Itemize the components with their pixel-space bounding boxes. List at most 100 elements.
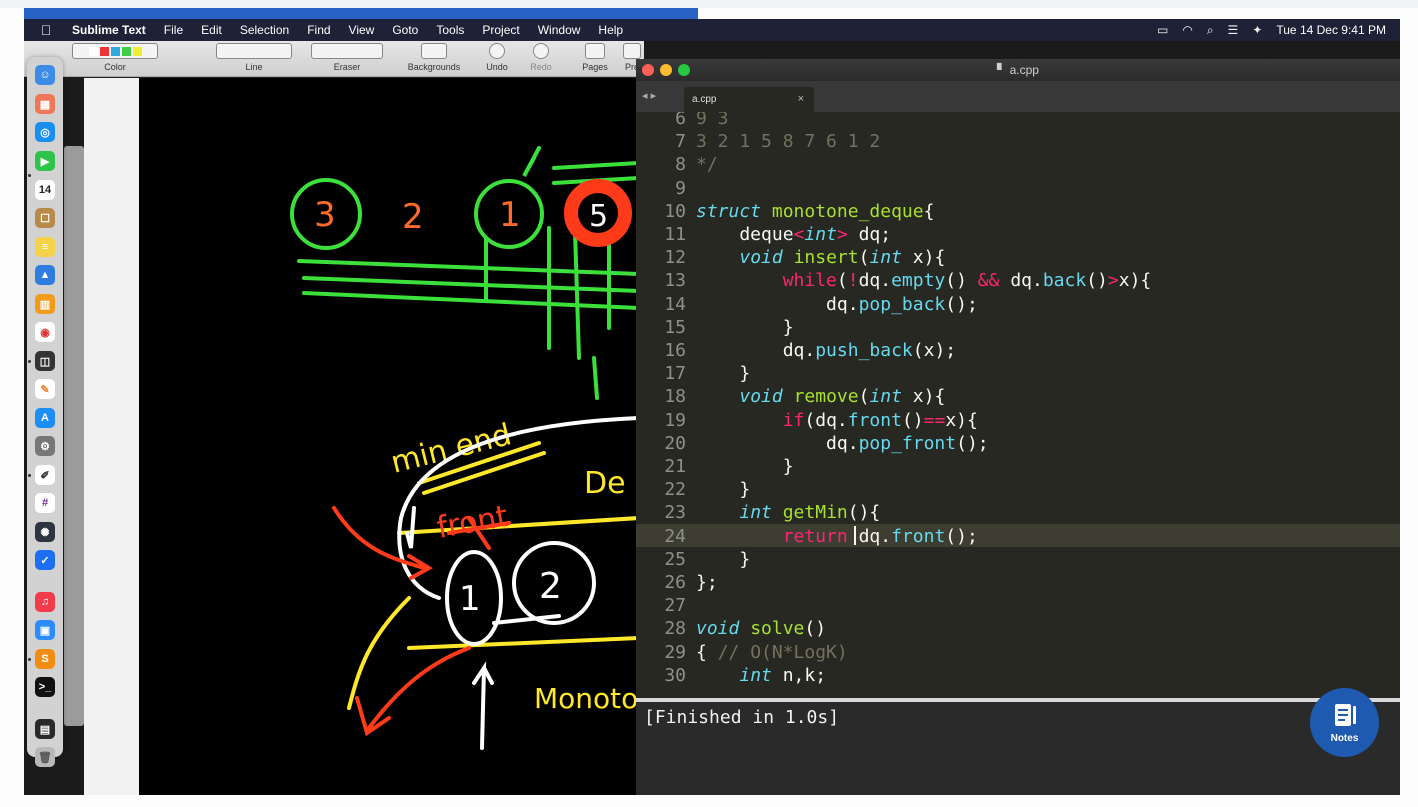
terminal-icon[interactable]: >_: [35, 677, 55, 697]
swatch-red[interactable]: [99, 47, 109, 56]
line-number: 20: [664, 432, 686, 454]
trash-icon[interactable]: 🗑: [35, 747, 55, 767]
line-number: 12: [664, 247, 686, 269]
redo-icon[interactable]: [533, 43, 549, 59]
label-3: 3: [314, 195, 336, 235]
safari-icon[interactable]: ◎: [35, 122, 55, 142]
swatch-blue[interactable]: [110, 47, 120, 56]
slack-icon[interactable]: #: [35, 493, 55, 513]
menu-app-name[interactable]: Sublime Text: [68, 23, 155, 37]
code-line[interactable]: return dq.front();: [696, 526, 978, 547]
code-line[interactable]: int n,k;: [696, 665, 826, 686]
pencil-app-icon[interactable]: ✎: [35, 379, 55, 399]
color-swatches[interactable]: [72, 43, 158, 59]
menu-tools[interactable]: Tools: [427, 23, 473, 37]
menu-goto[interactable]: Goto: [383, 23, 427, 37]
screenshot-icon[interactable]: ◫: [35, 351, 55, 371]
code-line[interactable]: 9 3: [696, 112, 729, 129]
menu-selection[interactable]: Selection: [231, 23, 298, 37]
launchpad-icon[interactable]: ▦: [35, 94, 55, 114]
notes-button[interactable]: Notes: [1310, 688, 1379, 757]
toolbar-redo[interactable]: Redo: [526, 43, 556, 72]
menu-file[interactable]: File: [155, 23, 192, 37]
code-line[interactable]: }: [696, 317, 794, 338]
siri-icon[interactable]: ✦: [1252, 23, 1262, 37]
eraser-icon[interactable]: [311, 43, 383, 59]
code-line[interactable]: }: [696, 479, 750, 500]
facetime-icon[interactable]: ▶: [35, 151, 55, 171]
code-line[interactable]: }: [696, 549, 750, 570]
code-line[interactable]: if(dq.front()==x){: [696, 410, 978, 431]
code-line[interactable]: void remove(int x){: [696, 386, 945, 407]
swatch-white[interactable]: [88, 47, 98, 56]
code-line[interactable]: dq.pop_front();: [696, 433, 989, 454]
code-line[interactable]: struct monotone_deque{: [696, 201, 934, 222]
toolbar-color-group[interactable]: Color: [70, 43, 160, 72]
toolbar-eraser-group[interactable]: Eraser: [309, 43, 385, 72]
undo-icon[interactable]: [489, 43, 505, 59]
toolbar-backgrounds[interactable]: Backgrounds: [404, 43, 464, 72]
menu-clock[interactable]: Tue 14 Dec 9:41 PM: [1276, 23, 1386, 37]
app-store-icon[interactable]: A: [35, 408, 55, 428]
chrome-icon[interactable]: ◉: [35, 322, 55, 342]
code-line[interactable]: };: [696, 572, 718, 593]
code-line[interactable]: }: [696, 363, 750, 384]
compass-icon[interactable]: ✺: [35, 522, 55, 542]
swatch-green[interactable]: [121, 47, 131, 56]
code-line[interactable]: deque<int> dq;: [696, 224, 891, 245]
pages-icon[interactable]: [585, 43, 605, 59]
sublime-titlebar: ▘ a.cpp: [636, 59, 1400, 81]
menu-edit[interactable]: Edit: [192, 23, 231, 37]
code-line[interactable]: }: [696, 456, 794, 477]
code-line[interactable]: { // O(N*LogK): [696, 642, 848, 663]
line-number: 28: [664, 618, 686, 640]
tasks-icon[interactable]: ✓: [35, 550, 55, 570]
search-icon[interactable]: ⌕: [1207, 23, 1214, 38]
backgrounds-icon[interactable]: [421, 43, 447, 59]
music-icon[interactable]: ♫: [35, 592, 55, 612]
tab-a-cpp[interactable]: a.cpp ×: [684, 87, 814, 112]
code-line[interactable]: 3 2 1 5 8 7 6 1 2: [696, 131, 880, 152]
code-line[interactable]: */: [696, 154, 718, 175]
toolbar-label-redo: Redo: [530, 62, 552, 72]
code-line[interactable]: dq.pop_back();: [696, 294, 978, 315]
code-line[interactable]: dq.push_back(x);: [696, 340, 956, 361]
code-line[interactable]: void solve(): [696, 618, 826, 639]
wifi-icon[interactable]: ◠: [1182, 23, 1192, 37]
system-preferences-icon[interactable]: ⚙: [35, 436, 55, 456]
tab-close-icon[interactable]: ×: [798, 93, 804, 105]
numbers-icon[interactable]: ▥: [35, 294, 55, 314]
code-line[interactable]: void insert(int x){: [696, 247, 945, 268]
apple-icon[interactable]: : [24, 22, 68, 38]
menu-view[interactable]: View: [340, 23, 384, 37]
toolbar-line-group[interactable]: Line: [214, 43, 294, 72]
battery-icon[interactable]: ▭: [1157, 23, 1168, 37]
line-width-icon[interactable]: [216, 43, 292, 59]
keynote-icon[interactable]: ▲: [35, 265, 55, 285]
notes-app-icon[interactable]: ≡: [35, 237, 55, 257]
tab-nav-arrows[interactable]: ◂ ▸: [642, 89, 656, 102]
window-title-text: a.cpp: [1009, 63, 1039, 77]
toolbar-undo[interactable]: Undo: [482, 43, 512, 72]
red-arrow-bottom: [367, 646, 471, 730]
menu-help[interactable]: Help: [589, 23, 632, 37]
preview-icon[interactable]: [623, 43, 641, 59]
whiteboard-canvas[interactable]: 3 2 1 5 min end front De 1 2 Monoto: [139, 78, 641, 795]
finder-icon[interactable]: ☺: [35, 65, 55, 85]
calendar-icon[interactable]: 14: [35, 180, 55, 200]
whiteboard-app-icon[interactable]: ✐: [35, 465, 55, 485]
sublime-icon[interactable]: S: [35, 649, 55, 669]
menu-find[interactable]: Find: [298, 23, 339, 37]
code-line[interactable]: while(!dq.empty() && dq.back()>x){: [696, 270, 1152, 291]
code-line[interactable]: int getMin(){: [696, 502, 880, 523]
zoom-icon[interactable]: ▣: [35, 620, 55, 640]
menu-project[interactable]: Project: [473, 23, 528, 37]
contacts-icon[interactable]: ☐: [35, 208, 55, 228]
activity-monitor-icon[interactable]: ▤: [35, 719, 55, 739]
deque-bottom-line: [407, 636, 641, 650]
menu-window[interactable]: Window: [529, 23, 590, 37]
control-center-icon[interactable]: ☰: [1228, 23, 1239, 37]
toolbar-pages[interactable]: Pages: [580, 43, 610, 72]
code-editor[interactable]: 6 7 8 9 10 11 12 13 14 15 16 17 18 19 20 21 22 23 24 25 26 27…: [636, 112, 1400, 698]
swatch-yellow[interactable]: [132, 47, 142, 56]
